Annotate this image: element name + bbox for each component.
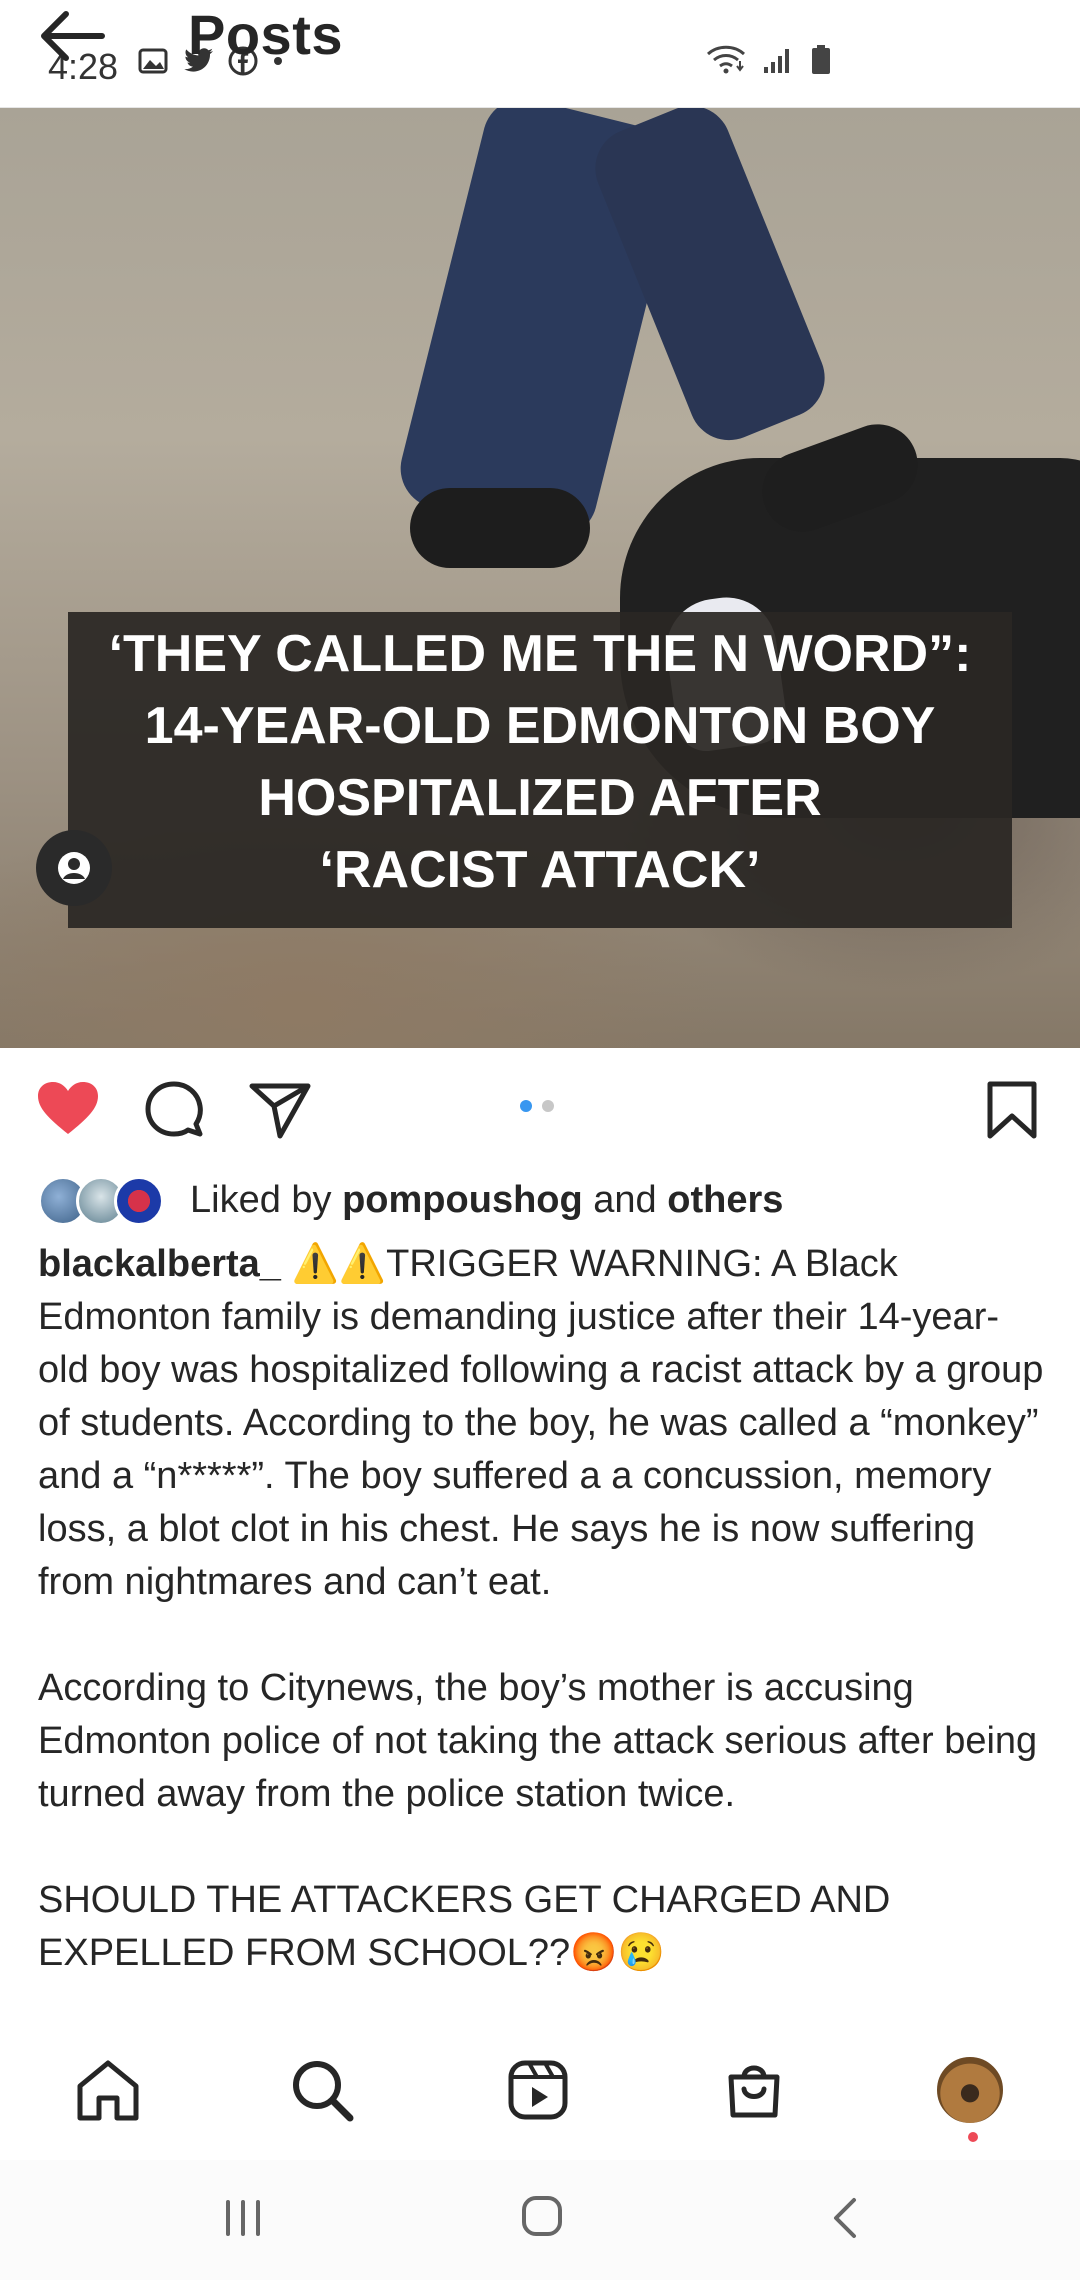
share-icon[interactable] bbox=[248, 1080, 312, 1140]
user-icon bbox=[58, 852, 90, 884]
likes-prefix: Liked by bbox=[190, 1178, 343, 1221]
media-caption-line: HOSPITALIZED AFTER bbox=[258, 769, 822, 827]
caption-text: ⚠️⚠️TRIGGER WARNING: A Black Edmonton fa… bbox=[38, 1243, 1044, 1974]
image-icon bbox=[138, 48, 168, 74]
page-title: Posts bbox=[188, 3, 343, 66]
status-right-icons bbox=[706, 44, 832, 76]
back-icon[interactable] bbox=[830, 2196, 860, 2240]
battery-icon bbox=[812, 45, 830, 74]
search-icon bbox=[293, 2061, 354, 2122]
media-caption-line: ‘THEY CALLED ME THE N WORD”: bbox=[108, 625, 972, 683]
recents-icon[interactable] bbox=[222, 2198, 264, 2238]
liker-username[interactable]: pompoushog bbox=[342, 1179, 583, 1221]
tagged-users-button[interactable] bbox=[36, 830, 112, 906]
reels-icon bbox=[508, 2060, 568, 2120]
nav-home[interactable] bbox=[68, 2050, 148, 2130]
media-caption-text: ‘THEY CALLED ME THE N WORD”: 14-YEAR-OLD… bbox=[68, 618, 1012, 906]
carousel-dot bbox=[542, 1100, 554, 1112]
home-icon bbox=[77, 2060, 139, 2121]
nav-reels[interactable] bbox=[498, 2050, 578, 2130]
notification-dot bbox=[968, 2132, 978, 2142]
profile-avatar bbox=[935, 2055, 1005, 2125]
carousel-dot-active bbox=[520, 1100, 532, 1112]
system-nav bbox=[0, 2160, 1080, 2280]
heart-icon[interactable] bbox=[36, 1080, 100, 1138]
shop-icon bbox=[728, 2065, 780, 2118]
media-caption-line: ‘RACIST ATTACK’ bbox=[319, 841, 761, 899]
post-caption: blackalberta_ ⚠️⚠️TRIGGER WARNING: A Bla… bbox=[38, 1238, 1048, 1980]
caption-username[interactable]: blackalberta_ bbox=[38, 1243, 281, 1285]
nav-profile[interactable] bbox=[930, 2050, 1010, 2130]
arrow-left-icon[interactable] bbox=[36, 6, 116, 66]
avatar bbox=[114, 1176, 164, 1226]
media-caption-line: 14-YEAR-OLD EDMONTON BOY bbox=[144, 697, 936, 755]
comment-icon[interactable] bbox=[144, 1080, 204, 1140]
likes-others-link[interactable]: others bbox=[667, 1179, 783, 1221]
likes-text: Liked by pompoushog and others bbox=[190, 1179, 783, 1222]
signal-icon bbox=[764, 49, 789, 73]
nav-shop[interactable] bbox=[714, 2050, 794, 2130]
bottom-nav bbox=[0, 2040, 1080, 2140]
liker-avatars bbox=[38, 1172, 174, 1228]
carousel-indicator bbox=[520, 1100, 554, 1112]
photo-shoe bbox=[410, 488, 590, 568]
bookmark-icon[interactable] bbox=[984, 1080, 1040, 1140]
home-button-icon[interactable] bbox=[520, 2194, 564, 2238]
wifi-icon bbox=[706, 45, 746, 74]
top-bar: 4:28 Posts bbox=[0, 0, 1080, 108]
nav-search[interactable] bbox=[282, 2050, 362, 2130]
likes-row[interactable]: Liked by pompoushog and others bbox=[38, 1170, 783, 1230]
likes-middle: and bbox=[582, 1178, 668, 1221]
